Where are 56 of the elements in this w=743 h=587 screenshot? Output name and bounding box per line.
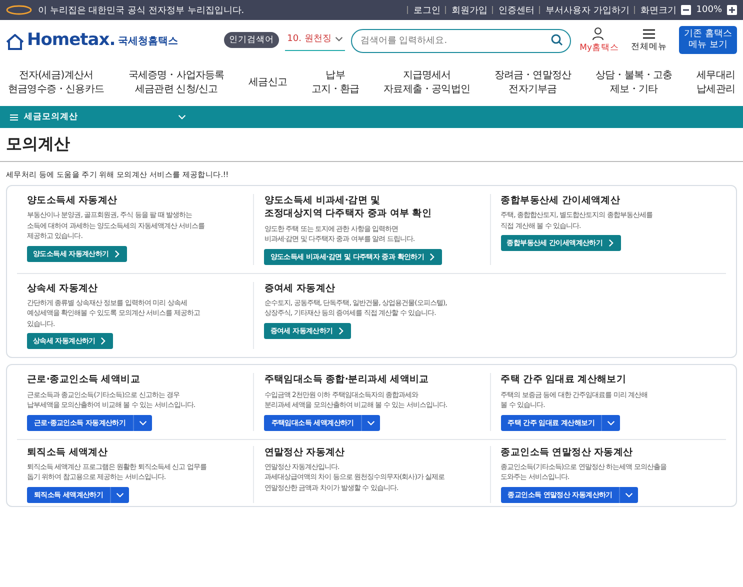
person-icon <box>592 26 606 40</box>
house-logo-icon <box>6 34 24 50</box>
chevron-down-icon <box>625 490 634 499</box>
government-notice: 이 누리집은 대한민국 공식 전자정부 누리집입니다. <box>38 4 244 16</box>
service-title: 근로·종교인소득 세액비교 <box>27 373 142 387</box>
service-title: 종교인소득 연말정산 자동계산 <box>500 446 634 459</box>
menu-icon[interactable] <box>10 114 18 120</box>
zoom-level: 100% <box>696 5 722 15</box>
service-title: 종합부동산세 간이세액계산 <box>500 194 622 208</box>
service-title: 양도소득세 비과세·감면 및 조정대상지역 다주택자 중과 여부 확인 <box>264 194 433 221</box>
service-title: 연말정산 자동계산 <box>264 446 346 459</box>
top-link[interactable]: 로그인 <box>413 4 440 16</box>
service-title: 상속세 자동계산 <box>27 282 99 295</box>
nav-menu-item[interactable]: 전자(세금)계산서 현금영수증・신용카드 <box>8 69 104 97</box>
minus-icon[interactable] <box>681 5 692 15</box>
nav-menu-item[interactable]: 세무대리 납세관리 <box>696 69 735 97</box>
nav-menu-item[interactable]: 납부 고지・환급 <box>311 69 360 97</box>
nav-menu-item[interactable]: 세금신고 <box>248 76 288 90</box>
nav-menu-item[interactable]: 국세증명・사업자등록 세금관련 신청/신고 <box>128 69 224 97</box>
service-title: 양도소득세 자동계산 <box>27 194 118 208</box>
chevron-right-icon <box>336 326 345 335</box>
logo-text: Hometax. <box>27 30 116 50</box>
popular-search-badge: 인기검색어 <box>224 32 280 48</box>
service-title: 주택임대소득 종합·분리과세 세액비교 <box>264 373 430 387</box>
top-link[interactable]: 부서사용자 가입하기 <box>545 4 630 16</box>
top-link[interactable]: 회원가입 <box>451 4 488 16</box>
nav-menu-item[interactable]: 상담・불복・고충 제보・기타 <box>595 69 672 97</box>
legacy-menu-button[interactable]: 기존 홈택스 메뉴 보기 <box>679 26 737 54</box>
search-icon[interactable] <box>551 34 564 46</box>
chevron-right-icon <box>99 337 108 346</box>
top-link[interactable]: 화면크기 <box>640 4 676 16</box>
search-field[interactable]: 검색어를 입력하세요. <box>351 29 572 53</box>
chevron-down-icon <box>178 113 186 121</box>
chevron-right-icon <box>606 239 615 248</box>
breadcrumb-select[interactable]: 세금모의계산 <box>24 111 186 123</box>
logo-subtitle: 국세청홈택스 <box>118 35 178 49</box>
top-link[interactable]: 인증센터 <box>498 4 534 16</box>
popular-search-item[interactable]: 10. 원천징 <box>285 29 346 51</box>
all-menu-button[interactable]: 전체메뉴 <box>631 28 667 52</box>
chevron-down-icon <box>138 418 147 427</box>
chevron-down-icon <box>366 418 375 427</box>
nav-menu-item[interactable]: 장려금・연말정산 전자기부금 <box>494 69 572 97</box>
service-title: 주택 간주 임대료 계산해보기 <box>500 373 628 387</box>
page-title: 모의계산 <box>0 128 743 162</box>
service-title: 증여세 자동계산 <box>264 282 336 295</box>
nav-menu-item[interactable]: 지급명세서 자료제출・공익법인 <box>384 69 470 97</box>
chevron-down-icon <box>335 34 344 42</box>
chevron-down-icon <box>607 418 616 427</box>
chevron-down-icon <box>116 490 124 499</box>
chevron-right-icon <box>428 252 436 261</box>
menu-icon <box>642 28 656 40</box>
logo-icon <box>6 5 32 15</box>
my-hometax-button[interactable]: My홈택스 <box>580 26 619 54</box>
chevron-right-icon <box>112 250 121 258</box>
plus-icon[interactable] <box>727 5 737 15</box>
service-title: 퇴직소득 세액계산 <box>27 446 109 459</box>
